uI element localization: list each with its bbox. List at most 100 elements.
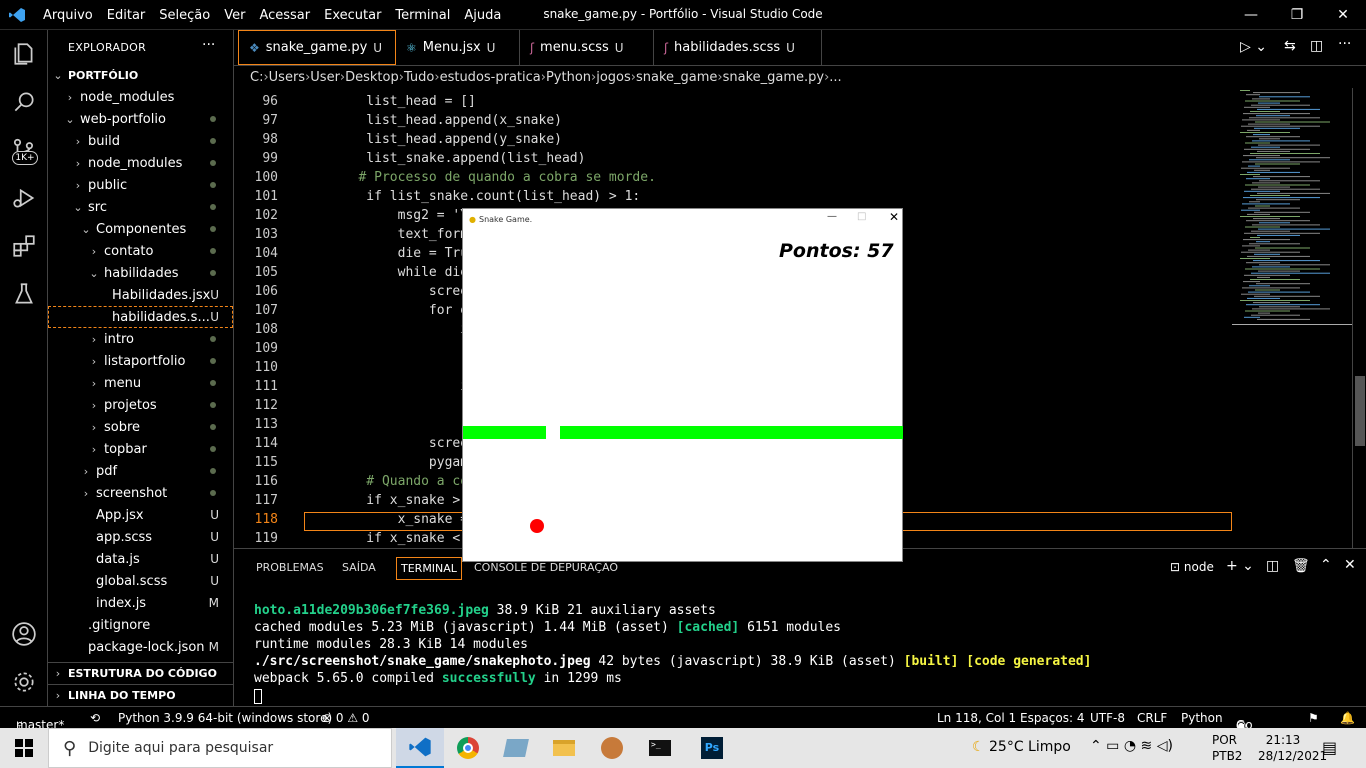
more-actions-icon[interactable]: ··· (202, 37, 215, 53)
tab-output[interactable]: SAÍDA (338, 557, 380, 578)
minimap[interactable] (1232, 88, 1352, 548)
breadcrumb-item[interactable]: estudos-pratica (440, 70, 541, 85)
open-changes-icon[interactable]: ⇆ (1284, 38, 1296, 54)
breadcrumb-item[interactable]: C: (250, 70, 263, 85)
tree-item[interactable]: index.js M (48, 592, 233, 614)
tree-item[interactable]: › menu (48, 372, 233, 394)
cursor-position[interactable]: Ln 118, Col 1 (937, 711, 1016, 725)
maximize-button[interactable]: ❐ (1274, 0, 1320, 30)
feedback-icon[interactable]: ⚑ (1308, 711, 1319, 725)
tab-problems[interactable]: PROBLEMAS (252, 557, 328, 578)
taskbar-chrome[interactable] (444, 728, 492, 768)
split-terminal-icon[interactable]: ◫ (1266, 558, 1279, 574)
editor-scrollbar[interactable] (1352, 88, 1366, 548)
game-close-button[interactable]: ✕ (889, 210, 899, 224)
breadcrumb-item[interactable]: snake_game.py (723, 70, 825, 85)
line-ending[interactable]: CRLF (1137, 711, 1167, 725)
tree-item[interactable]: package-lock.json M (48, 636, 233, 658)
breadcrumb-item[interactable]: Tudo (404, 70, 434, 85)
scrollbar-thumb[interactable] (1355, 376, 1365, 446)
tree-item[interactable]: › node_modules (48, 152, 233, 174)
breadcrumb-item[interactable]: snake_game (636, 70, 717, 85)
menu-editar[interactable]: Editar (100, 8, 153, 23)
breadcrumb-item[interactable]: Desktop (345, 70, 399, 85)
problems-count[interactable]: ⊗ 0 ⚠ 0 (322, 711, 370, 725)
kill-terminal-icon[interactable]: 🗑 (1292, 558, 1310, 574)
tree-item[interactable]: › listaportfolio (48, 350, 233, 372)
tree-item[interactable]: › pdf (48, 460, 233, 482)
menu-terminal[interactable]: Terminal (388, 8, 457, 23)
snake-game-window[interactable]: ● Snake Game. — □ ✕ Pontos: 57 (462, 208, 903, 562)
search-icon[interactable] (0, 78, 48, 126)
workspace-root[interactable]: ⌄ PORTFÓLIO (48, 64, 233, 86)
close-panel-icon[interactable]: ✕ (1344, 557, 1356, 573)
input-language[interactable]: POR PTB2 (1212, 732, 1242, 764)
run-debug-icon[interactable] (0, 174, 48, 222)
menu-arquivo[interactable]: Arquivo (36, 8, 100, 23)
tree-item[interactable]: › node_modules (48, 86, 233, 108)
timeline-section[interactable]: › LINHA DO TEMPO (48, 684, 233, 706)
tree-item[interactable]: ⌄ src (48, 196, 233, 218)
taskbar-app[interactable] (492, 728, 540, 768)
tree-item[interactable]: global.scss U (48, 570, 233, 592)
outline-section[interactable]: › ESTRUTURA DO CÓDIGO (48, 662, 233, 684)
run-file-icon[interactable]: ▷ ⌄ (1240, 39, 1267, 55)
split-editor-icon[interactable]: ◫ (1310, 38, 1323, 54)
new-terminal-icon[interactable]: + ⌄ (1226, 558, 1254, 574)
tree-item[interactable]: ⌄ Componentes (48, 218, 233, 240)
tree-item[interactable]: ⌄ habilidades (48, 262, 233, 284)
start-button[interactable] (0, 728, 48, 768)
taskbar-photoshop[interactable]: Ps (688, 728, 736, 768)
explorer-icon[interactable] (0, 30, 48, 78)
close-button[interactable]: ✕ (1320, 0, 1366, 30)
breadcrumb-item[interactable]: jogos (596, 70, 631, 85)
breadcrumb-item[interactable]: Python (546, 70, 591, 85)
extensions-icon[interactable] (0, 222, 48, 270)
breadcrumb-item[interactable]: ... (829, 70, 841, 85)
terminal-selector[interactable]: ⊡ node (1170, 560, 1214, 574)
breadcrumb-item[interactable]: User (310, 70, 340, 85)
taskbar-terminal[interactable]: >_ (636, 728, 684, 768)
tree-item[interactable]: Habilidades.jsx U (48, 284, 233, 306)
tree-item[interactable]: ⌄ web-portfolio (48, 108, 233, 130)
tab-menu-jsx[interactable]: ⚛ Menu.jsx U (396, 30, 520, 65)
more-actions-icon[interactable]: ··· (1338, 36, 1351, 52)
notifications-icon[interactable]: 🔔 (1340, 711, 1355, 725)
taskbar-chrome-profile[interactable] (588, 728, 636, 768)
tree-item[interactable]: › contato (48, 240, 233, 262)
minimize-button[interactable]: — (1228, 0, 1274, 30)
breadcrumb-item[interactable]: Users (269, 70, 305, 85)
maximize-panel-icon[interactable]: ⌃ (1320, 557, 1332, 573)
tree-item[interactable]: › intro (48, 328, 233, 350)
menu-selecao[interactable]: Seleção (152, 8, 217, 23)
tree-item[interactable]: › topbar (48, 438, 233, 460)
settings-gear-icon[interactable] (0, 658, 48, 706)
weather[interactable]: ☾ 25°C Limpo (972, 739, 1071, 755)
menu-acessar[interactable]: Acessar (252, 8, 317, 23)
tree-item[interactable]: › projetos (48, 394, 233, 416)
account-icon[interactable] (0, 610, 48, 658)
tab-menu-scss[interactable]: ʃ menu.scss U (520, 30, 654, 65)
clock[interactable]: 21:13 28/12/2021 (1258, 732, 1327, 764)
tree-item[interactable]: › public (48, 174, 233, 196)
menu-executar[interactable]: Executar (317, 8, 388, 23)
tree-item[interactable]: › build (48, 130, 233, 152)
tree-item[interactable]: app.scss U (48, 526, 233, 548)
language-mode[interactable]: Python (1181, 711, 1223, 725)
taskbar-search[interactable]: ⚲ Digite aqui para pesquisar (48, 728, 392, 768)
testing-icon[interactable] (0, 270, 48, 318)
tree-item[interactable]: › sobre (48, 416, 233, 438)
python-interpreter[interactable]: Python 3.9.9 64-bit (windows store) (118, 711, 332, 725)
indentation[interactable]: Espaços: 4 (1020, 711, 1085, 725)
menu-ver[interactable]: Ver (217, 8, 252, 23)
tree-item[interactable]: habilidades.s... U (48, 306, 233, 328)
tray-icons[interactable]: ⌃ ▭ ◔ ≋ ◁) (1090, 738, 1173, 754)
game-maximize-button[interactable]: □ (857, 211, 866, 222)
tree-item[interactable]: data.js U (48, 548, 233, 570)
menu-ajuda[interactable]: Ajuda (457, 8, 508, 23)
notification-center-icon[interactable]: ▤ (1322, 738, 1337, 757)
tree-item[interactable]: .gitignore (48, 614, 233, 636)
tree-item[interactable]: › screenshot (48, 482, 233, 504)
taskbar-vscode[interactable] (396, 728, 444, 768)
sync-icon[interactable]: ⟲ (90, 711, 100, 725)
